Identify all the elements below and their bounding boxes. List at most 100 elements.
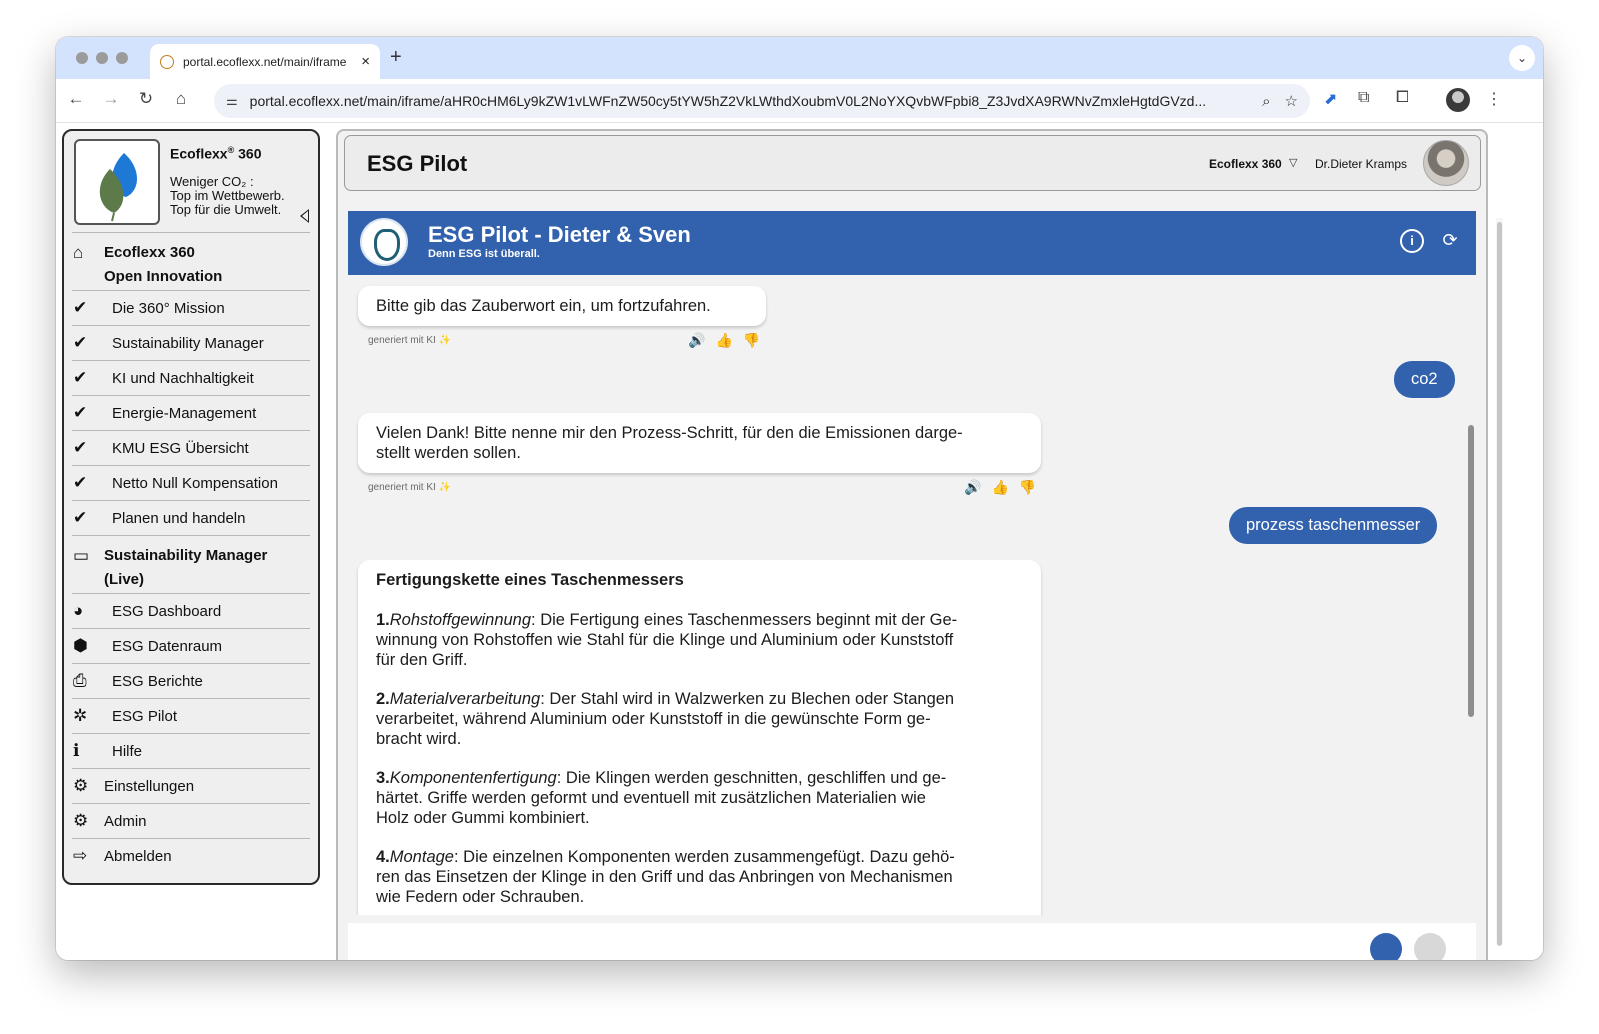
tab-title: portal.ecoflexx.net/main/iframe [183,54,347,69]
sidebar-item-label: ESG Berichte [112,672,203,690]
sidebar-item-11[interactable]: ⬢ ESG Datenraum [72,628,310,663]
check-icon: ✔ [73,438,88,457]
page-content: Ecoflexx® 360 Weniger CO₂ : Top im Wettb… [56,124,1543,960]
sidebar-item-label: Sustainability Manager [112,334,264,352]
chat-title: ESG Pilot - Dieter & Sven [428,222,691,247]
page-scrollbar[interactable] [1496,218,1503,946]
url-text[interactable]: portal.ecoflexx.net/main/iframe/aHR0cHM6… [250,93,1248,109]
sidebar-item-8[interactable]: ✔ Planen und handeln [72,500,310,535]
mic-button[interactable] [1414,933,1446,960]
ai-icon: ✲ [73,706,88,725]
ai-generated-label: generiert mit KI ✨ [368,482,452,493]
zoom-icon[interactable]: ⌕ [1262,93,1270,110]
brand-name: Ecoflexx® 360 [170,145,262,162]
product-selector[interactable]: Ecoflexx 360 [1209,157,1282,171]
check-icon: ✔ [73,508,88,527]
new-tab-button[interactable]: + [390,46,402,69]
thumbs-up-icon[interactable]: 👍 [715,332,732,349]
tab-search-chevron-icon[interactable]: ⌄ [1509,45,1535,71]
close-window-button[interactable] [76,52,88,64]
esg-pilot-logo [360,218,408,266]
bot-message: Vielen Dank! Bitte nenne mir den Prozess… [358,413,1041,473]
sidebar-item-label: Energie-Management [112,404,257,422]
step-term: Rohstoffgewinnung [389,611,532,629]
sidebar: Ecoflexx® 360 Weniger CO₂ : Top im Wettb… [62,129,320,885]
sidebar-item-label: Ecoflexx 360 Open Innovation [104,244,223,285]
favicon-icon [160,54,174,69]
user-avatar[interactable] [1423,140,1469,186]
logout-icon: ⇨ [73,846,88,865]
cast-icon[interactable]: ⧉ [1358,89,1369,107]
site-settings-icon[interactable]: ⚌ [226,93,238,109]
sidebar-item-label: Netto Null Kompensation [112,474,278,492]
gears-icon: ⚙ [73,776,89,795]
thumbs-down-icon[interactable]: 👎 [743,332,760,349]
chat-header: ESG Pilot - Dieter & Sven Denn ESG ist ü… [348,211,1476,275]
collapse-sidebar-icon[interactable] [300,209,309,223]
address-bar[interactable]: ⚌ portal.ecoflexx.net/main/iframe/aHR0cH… [214,84,1310,118]
step-number: 4. [376,848,390,866]
answer-step: 3.Komponentenfertigung: Die Klingen werd… [376,768,1023,828]
sidebar-item-14[interactable]: ℹ Hilfe [72,733,310,768]
sidebar-item-10[interactable]: ◕ ESG Dashboard [72,593,310,628]
tab-close-icon[interactable]: × [361,53,370,70]
chat-history: Bitte gib das Zauberwort ein, um fortzuf… [348,275,1476,915]
send-button[interactable] [1370,933,1402,960]
sidebar-item-6[interactable]: ✔ KMU ESG Übersicht [72,430,310,465]
dropdown-caret-icon[interactable]: ▽ [1289,156,1297,169]
step-text: : Die einzelnen Komponenten werden zusam… [376,848,955,906]
speaker-icon[interactable]: 🔊 [688,332,705,349]
brand-tagline: Weniger CO₂ : Top im Wettbewerb. Top für… [170,174,285,217]
sidebar-item-label: Einstellungen [104,777,195,795]
thumbs-up-icon[interactable]: 👍 [991,479,1008,496]
extensions-puzzle-icon[interactable]: ⧠ [1396,89,1409,107]
sidebar-item-3[interactable]: ✔ Sustainability Manager [72,325,310,360]
tab-strip: portal.ecoflexx.net/main/iframe × + ⌄ [56,37,1543,79]
minimize-window-button[interactable] [96,52,108,64]
reload-chat-icon[interactable]: ⟳ [1438,229,1462,253]
sidebar-item-2[interactable]: ✔ Die 360° Mission [72,290,310,325]
sidebar-item-15[interactable]: ⚙ Einstellungen [72,768,310,803]
step-number: 2. [376,690,390,708]
toolbar: ← → ↻ ⌂ ⚌ portal.ecoflexx.net/main/ifram… [56,79,1543,123]
sidebar-item-label: ESG Datenraum [112,637,223,655]
chat-scrollbar[interactable] [1468,425,1474,717]
sidebar-item-16[interactable]: ⚙ Admin [72,803,310,838]
back-arrow-icon[interactable]: ← [64,89,88,109]
sidebar-item-12[interactable]: ⎙ ESG Berichte [72,663,310,698]
message-actions: 🔊 👍 👎 [688,332,760,349]
user-name[interactable]: Dr.Dieter Kramps [1315,157,1407,171]
message-actions: 🔊 👍 👎 [964,479,1036,496]
sidebar-item-13[interactable]: ✲ ESG Pilot [72,698,310,733]
check-icon: ✔ [73,333,88,352]
extension-arrow-icon[interactable]: ⬈ [1324,89,1337,109]
sidebar-item-7[interactable]: ✔ Netto Null Kompensation [72,465,310,500]
page-title: ESG Pilot [367,151,468,176]
sidebar-item-4[interactable]: ✔ KI und Nachhaltigkeit [72,360,310,395]
home-icon[interactable]: ⌂ [169,89,193,109]
user-message: co2 [1394,361,1455,398]
reload-icon[interactable]: ↻ [134,89,158,109]
check-icon: ✔ [73,368,88,387]
check-icon: ✔ [73,298,88,317]
sidebar-item-17[interactable]: ⇨ Abmelden [72,838,310,873]
browser-tab[interactable]: portal.ecoflexx.net/main/iframe × [150,44,380,79]
zoom-window-button[interactable] [116,52,128,64]
bot-message: Bitte gib das Zauberwort ein, um fortzuf… [358,286,766,326]
sidebar-item-label: Planen und handeln [112,509,246,527]
bookmark-star-icon[interactable]: ☆ [1285,92,1298,110]
speaker-icon[interactable]: 🔊 [964,479,981,496]
sidebar-item-label: Die 360° Mission [112,299,225,317]
thumbs-down-icon[interactable]: 👎 [1019,479,1036,496]
info-icon[interactable]: i [1400,229,1424,253]
sidebar-item-9[interactable]: ▭ Sustainability Manager (Live) [72,535,310,593]
forward-arrow-icon[interactable]: → [99,89,123,109]
folder-icon: ▭ [73,546,90,565]
ai-generated-label: generiert mit KI ✨ [368,335,452,346]
sidebar-item-label: Hilfe [112,742,143,760]
kebab-menu-icon[interactable]: ⋮ [1486,89,1502,109]
answer-heading: Fertigungskette eines Taschenmessers [376,571,684,589]
sidebar-item-5[interactable]: ✔ Energie-Management [72,395,310,430]
sidebar-item-1[interactable]: ⌂ Ecoflexx 360 Open Innovation [72,232,310,290]
profile-avatar[interactable] [1446,88,1470,112]
